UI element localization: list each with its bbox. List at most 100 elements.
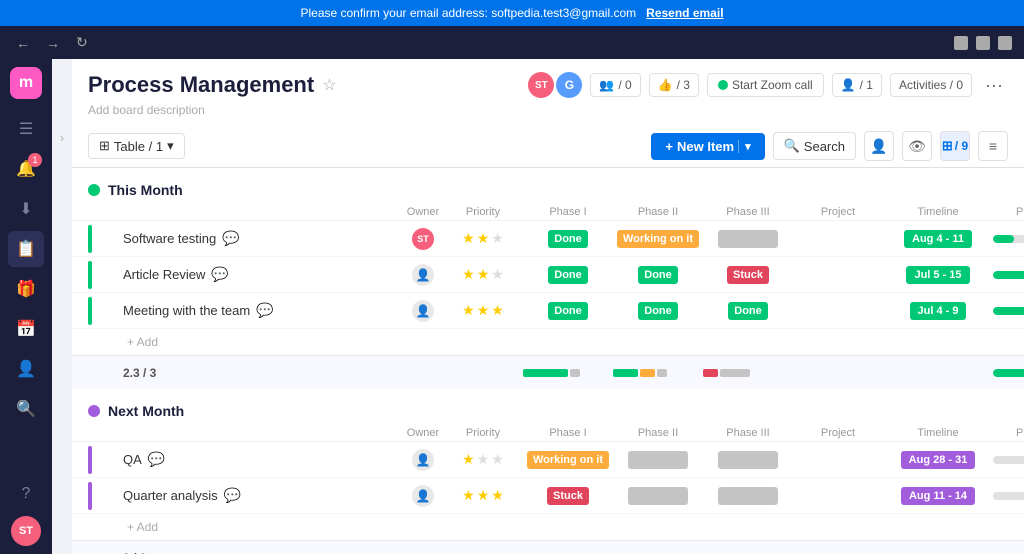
phase1-quarter[interactable]: Stuck [523, 487, 613, 505]
sidebar-item-gift[interactable]: 🎁 [8, 271, 44, 307]
group-title-this-month: This Month [108, 182, 183, 198]
add-item-button-next-month[interactable]: + Add [123, 518, 403, 536]
invite-button[interactable]: 👥 / 0 [590, 73, 640, 97]
progress-cell: 100% [993, 305, 1024, 317]
reload-button[interactable]: ↻ [72, 32, 92, 53]
sidebar-item-notifications[interactable]: 🔔 1 [8, 151, 44, 187]
star-icon[interactable]: ☆ [322, 75, 336, 95]
col-header-project: Project [793, 206, 883, 218]
owner-avatar[interactable]: ST [412, 228, 434, 250]
table-icon: ⊞ [99, 138, 110, 154]
row-name-article-review: Article Review 💬 [123, 266, 403, 283]
summary-row-this-month: 2.3 / 3 [72, 355, 1024, 389]
maximize-button[interactable] [976, 36, 990, 50]
board-header: Process Management ☆ ST G 👥 / 0 👍 / 3 [72, 59, 1024, 103]
owner-avatar-empty[interactable]: 👤 [412, 485, 434, 507]
person-filter-button[interactable]: 👤 [864, 131, 894, 161]
star-filled: ★ [462, 487, 475, 504]
phase1-cell[interactable]: Done [523, 230, 613, 248]
phase3-qa[interactable] [703, 451, 793, 469]
filter-button[interactable]: ⊞ / 9 [940, 131, 970, 161]
sidebar-collapse-handle[interactable]: › [52, 59, 72, 554]
summary-row-next-month: 2 / 3 [72, 540, 1024, 554]
phase2-cell[interactable]: Working on it [613, 230, 703, 248]
sidebar-logo[interactable]: m [10, 67, 42, 99]
col-header-name [123, 206, 403, 218]
phase2-cell[interactable]: Done [613, 302, 703, 320]
progress-cell: 34% [993, 233, 1024, 245]
avatar-blue[interactable]: G [556, 72, 582, 98]
comment-icon[interactable]: 💬 [211, 266, 228, 283]
sidebar-item-calendar[interactable]: 📅 [8, 311, 44, 347]
search-label: Search [804, 139, 845, 154]
col-header-progress: Progress [993, 206, 1024, 218]
comment-icon[interactable]: 💬 [256, 302, 273, 319]
activities-button[interactable]: Activities / 0 [890, 73, 972, 97]
table-row: Meeting with the team 💬 👤 ★ ★ ★ Done Don… [72, 293, 1024, 329]
zoom-button[interactable]: Start Zoom call [707, 73, 824, 97]
phase3-cell[interactable]: Stuck [703, 266, 793, 284]
back-button[interactable]: ← [12, 33, 34, 53]
progress-quarter: 0% [993, 490, 1024, 502]
owner-avatar-empty[interactable]: 👤 [412, 300, 434, 322]
priority-cell-quarter: ★ ★ ★ [443, 487, 523, 504]
sidebar-item-inbox[interactable]: ⬇ [8, 191, 44, 227]
group-indicator-next-month [88, 405, 100, 417]
sidebar-avatar[interactable]: ST [11, 516, 41, 546]
priority-cell: ★ ★ ★ [443, 266, 523, 283]
resend-email-link[interactable]: Resend email [646, 6, 723, 20]
col-h-owner: Owner [403, 427, 443, 439]
search-button[interactable]: 🔍 Search [773, 132, 856, 160]
column-headers-next-month: Owner Priority Phase I Phase II Phase II… [72, 425, 1024, 442]
timeline-quarter[interactable]: Aug 11 - 14 [883, 487, 993, 505]
sidebar-item-menu[interactable]: ☰ [8, 111, 44, 147]
new-item-button[interactable]: + New Item ▾ [651, 133, 764, 160]
col-header-phase2: Phase II [613, 206, 703, 218]
header-actions: ST G 👥 / 0 👍 / 3 Start Zoom call 👤 [528, 71, 1008, 99]
phase2-qa[interactable] [613, 451, 703, 469]
priority-cell-qa: ★ ★ ★ [443, 451, 523, 468]
sidebar-item-team[interactable]: 👤 [8, 351, 44, 387]
phase2-cell[interactable]: Done [613, 266, 703, 284]
group-indicator-this-month [88, 184, 100, 196]
table-row: Article Review 💬 👤 ★ ★ ★ Done Done Stuck [72, 257, 1024, 293]
timeline-qa[interactable]: Aug 28 - 31 [883, 451, 993, 469]
col-h-phase2: Phase II [613, 427, 703, 439]
settings-button[interactable]: ≡ [978, 131, 1008, 161]
timeline-cell[interactable]: Jul 5 - 15 [883, 266, 993, 284]
column-headers-this-month: Owner Priority Phase I Phase II Phase II… [72, 204, 1024, 221]
add-item-button-this-month[interactable]: + Add [123, 333, 403, 351]
phase1-cell[interactable]: Done [523, 266, 613, 284]
close-button[interactable] [998, 36, 1012, 50]
table-row: QA 💬 👤 ★ ★ ★ Working on it A [72, 442, 1024, 478]
sidebar-item-help[interactable]: ? [8, 476, 44, 512]
people-button[interactable]: 👤 / 1 [832, 73, 882, 97]
comment-icon[interactable]: 💬 [222, 230, 239, 247]
board-description[interactable]: Add board description [72, 103, 1024, 125]
phase2-quarter[interactable] [613, 487, 703, 505]
comment-icon[interactable]: 💬 [148, 451, 165, 468]
star-filled: ★ [491, 487, 504, 504]
more-options-button[interactable]: ··· [980, 71, 1008, 99]
sidebar-item-boards[interactable]: 📋 [8, 231, 44, 267]
star-filled-2: ★ [477, 230, 490, 247]
like-button[interactable]: 👍 / 3 [649, 73, 699, 97]
phase1-cell[interactable]: Done [523, 302, 613, 320]
sidebar-item-search[interactable]: 🔍 [8, 391, 44, 427]
eye-button[interactable]: 👁 [902, 131, 932, 161]
owner-avatar-empty[interactable]: 👤 [412, 264, 434, 286]
phase3-quarter[interactable] [703, 487, 793, 505]
forward-button[interactable]: → [42, 33, 64, 53]
timeline-cell[interactable]: Aug 4 - 11 [883, 230, 993, 248]
search-icon: 🔍 [784, 138, 800, 154]
table-view-button[interactable]: ⊞ Table / 1 ▾ [88, 133, 185, 159]
phase3-cell[interactable]: Done [703, 302, 793, 320]
timeline-cell[interactable]: Jul 4 - 9 [883, 302, 993, 320]
phase3-cell[interactable] [703, 230, 793, 248]
table-label: Table / 1 [114, 139, 163, 154]
avatar-red[interactable]: ST [528, 72, 554, 98]
comment-icon[interactable]: 💬 [224, 487, 241, 504]
owner-avatar-empty[interactable]: 👤 [412, 449, 434, 471]
minimize-button[interactable] [954, 36, 968, 50]
phase1-qa[interactable]: Working on it [523, 451, 613, 469]
